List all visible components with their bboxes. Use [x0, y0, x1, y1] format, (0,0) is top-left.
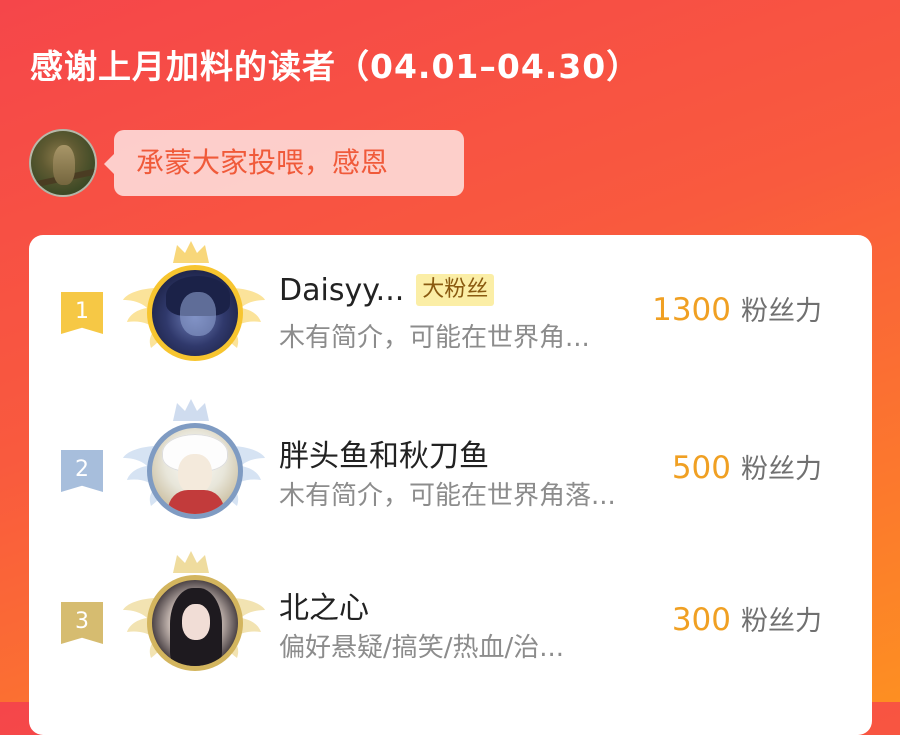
reader-score-2: 500 粉丝力 — [672, 447, 822, 486]
score-value: 300 — [671, 602, 731, 638]
reader-score-1: 1300 粉丝力 — [652, 289, 822, 328]
author-message-bubble: 承蒙大家投喂，感恩 — [104, 130, 464, 196]
reader-ranking-card: 1 Daisyy... 大粉丝 木有简介，可能在世界角... 1300 粉丝力 2 — [29, 235, 872, 735]
crown-icon — [173, 399, 209, 421]
page-title: 感谢上月加料的读者（04.01–04.30） — [30, 47, 641, 86]
crown-icon — [173, 551, 209, 573]
reader-score-3: 300 粉丝力 — [672, 599, 822, 638]
score-value: 1300 — [652, 292, 731, 328]
reader-row-3[interactable]: 3 北之心 偏好悬疑/搞笑/热血/治... 300 粉丝力 — [29, 545, 872, 685]
reader-row-1[interactable]: 1 Daisyy... 大粉丝 木有简介，可能在世界角... 1300 粉丝力 — [29, 235, 872, 375]
face-shape — [182, 604, 210, 640]
fan-badge: 大粉丝 — [416, 274, 495, 306]
author-avatar[interactable] — [29, 129, 97, 197]
reader-name-text: 北之心 — [279, 591, 369, 626]
reader-name-3[interactable]: 北之心 — [279, 583, 369, 627]
reader-intro-3: 偏好悬疑/搞笑/热血/治... — [279, 633, 565, 663]
rank-badge-1: 1 — [61, 292, 103, 334]
crown-icon — [173, 241, 209, 263]
reader-name-2[interactable]: 胖头鱼和秋刀鱼 — [279, 431, 489, 475]
face-shape — [178, 454, 212, 494]
reader-avatar-2[interactable] — [147, 423, 243, 519]
reader-intro-2: 木有简介，可能在世界角落... — [279, 481, 616, 511]
owl-icon — [53, 145, 75, 185]
rank-badge-2: 2 — [61, 450, 103, 492]
score-unit: 粉丝力 — [741, 606, 822, 637]
reader-avatar-1[interactable] — [147, 265, 243, 361]
score-unit: 粉丝力 — [741, 454, 822, 485]
score-value: 500 — [671, 450, 731, 486]
score-unit: 粉丝力 — [741, 296, 822, 327]
reader-name-text: Daisyy... — [279, 273, 405, 308]
reader-row-2[interactable]: 2 胖头鱼和秋刀鱼 木有简介，可能在世界角落... 500 粉丝力 — [29, 393, 872, 533]
reader-name-1[interactable]: Daisyy... 大粉丝 — [279, 273, 495, 308]
face-shape — [180, 292, 216, 336]
reader-avatar-3[interactable] — [147, 575, 243, 671]
reader-intro-1: 木有简介，可能在世界角... — [279, 323, 590, 353]
rank-badge-3: 3 — [61, 602, 103, 644]
reader-name-text: 胖头鱼和秋刀鱼 — [279, 439, 489, 474]
